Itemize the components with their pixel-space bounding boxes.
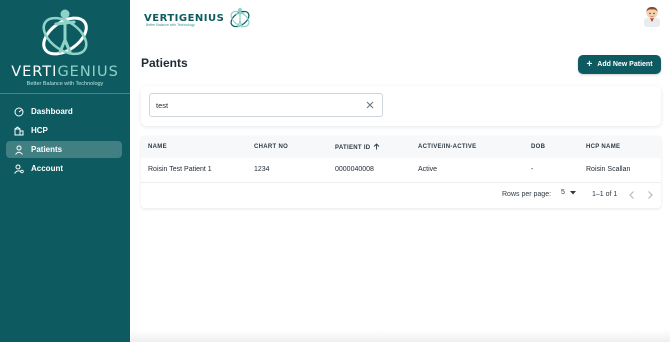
header-logo: VERTIGENIUS Better Balance with Technolo… <box>144 6 254 30</box>
sidebar: VERTIGENIUS Better Balance with Technolo… <box>0 0 130 342</box>
next-page-button[interactable] <box>645 189 655 201</box>
sidebar-divider <box>0 93 130 94</box>
brand-name: VERTIGENIUS <box>11 64 119 80</box>
plus-icon: + <box>586 58 593 70</box>
header-logo-figure-icon <box>230 8 250 28</box>
column-header-hcp-name[interactable]: HCP NAME <box>579 136 661 158</box>
bottom-shade <box>130 330 670 342</box>
pagination-range: 1–1 of 1 <box>592 191 618 198</box>
main-content: Patients + Add New Patient NAME CHART NO… <box>130 36 670 342</box>
top-bar: VERTIGENIUS Better Balance with Technolo… <box>130 0 670 36</box>
sort-arrow-up-icon[interactable] <box>373 142 380 152</box>
person-icon <box>14 145 24 155</box>
sidebar-item-label: HCP <box>31 126 48 135</box>
clear-icon[interactable] <box>364 99 376 111</box>
table-header-row: NAME CHART NO PATIENT ID ACTIVE/IN-ACTIV… <box>141 136 661 158</box>
search-card <box>141 86 661 126</box>
rows-per-page-label: Rows per page: <box>502 191 552 198</box>
header-logo-text: VERTIGENIUS <box>144 12 225 24</box>
column-header-patient-id[interactable]: PATIENT ID <box>328 136 411 158</box>
previous-page-button[interactable] <box>627 189 637 201</box>
sidebar-item-hcp[interactable]: HCP <box>6 122 122 139</box>
sidebar-item-label: Account <box>31 164 63 173</box>
cell-name: Roisin Test Patient 1 <box>141 158 247 183</box>
cell-patient-id: 0000040008 <box>328 158 411 183</box>
cell-dob: - <box>524 158 579 183</box>
logo-figure-icon <box>42 9 88 56</box>
dashboard-icon <box>14 107 24 117</box>
chevron-right-icon <box>648 191 653 199</box>
sidebar-item-label: Dashboard <box>31 107 73 116</box>
column-header-dob[interactable]: DOB <box>524 136 579 158</box>
search-input[interactable] <box>156 94 356 116</box>
avatar[interactable] <box>642 5 662 27</box>
patients-table-card: NAME CHART NO PATIENT ID ACTIVE/IN-ACTIV… <box>141 136 661 208</box>
cell-active-status: Active <box>411 158 524 183</box>
sidebar-item-dashboard[interactable]: Dashboard <box>6 103 122 120</box>
column-header-name[interactable]: NAME <box>141 136 247 158</box>
cell-hcp-name: Roisin Scallan <box>579 158 661 183</box>
rows-per-page-value: 5 <box>561 189 565 196</box>
page-title: Patients <box>141 56 188 70</box>
rows-per-page-select[interactable]: 5 <box>561 189 576 196</box>
add-new-patient-label: Add New Patient <box>597 61 653 68</box>
building-icon <box>14 125 24 136</box>
sidebar-item-label: Patients <box>31 145 63 154</box>
chevron-left-icon <box>629 191 634 199</box>
sidebar-item-patients[interactable]: Patients <box>6 141 122 158</box>
search-box[interactable] <box>149 93 383 117</box>
brand-logo: VERTIGENIUS Better Balance with Technolo… <box>0 6 130 88</box>
sidebar-item-account[interactable]: Account <box>6 160 122 177</box>
sidebar-nav: Dashboard HCP Patients Account <box>6 103 122 179</box>
table-row[interactable]: Roisin Test Patient 1 1234 0000040008 Ac… <box>141 158 661 183</box>
column-header-active-status[interactable]: ACTIVE/IN-ACTIVE <box>411 136 524 158</box>
caret-down-icon <box>569 190 576 195</box>
header-logo-tagline: Better Balance with Technology <box>146 23 195 27</box>
cell-chart-no: 1234 <box>247 158 328 183</box>
column-header-chart-no[interactable]: CHART NO <box>247 136 328 158</box>
pagination: Rows per page: 5 1–1 of 1 <box>141 184 661 206</box>
account-settings-icon <box>14 164 24 174</box>
brand-tagline: Better Balance with Technology <box>26 81 104 87</box>
patients-table: NAME CHART NO PATIENT ID ACTIVE/IN-ACTIV… <box>141 136 661 183</box>
add-new-patient-button[interactable]: + Add New Patient <box>578 55 661 74</box>
